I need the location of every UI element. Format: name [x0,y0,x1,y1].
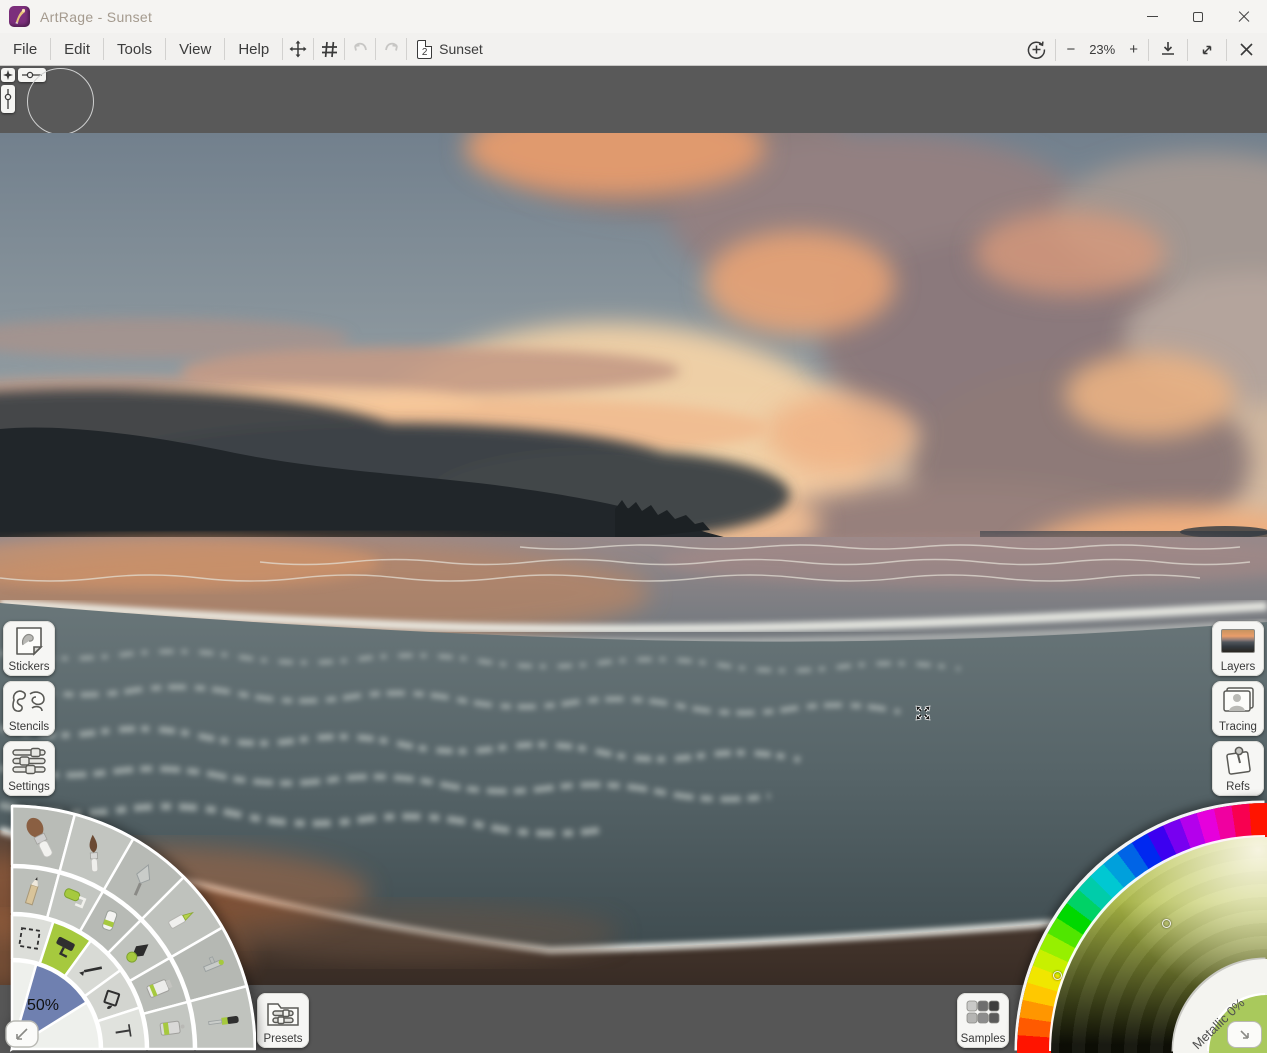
color-indicator[interactable] [1162,919,1171,928]
menu-bar: File Edit Tools View Help [0,33,1267,66]
menu-view[interactable]: View [166,33,224,66]
separator [1055,39,1056,61]
separator [1148,39,1149,61]
layers-button[interactable]: Layers [1212,621,1264,676]
maximize-icon [1193,12,1203,22]
redo-icon [382,41,401,57]
pan-tool-button[interactable] [283,33,313,66]
samples-label: Samples [961,1033,1006,1046]
collapse-color-picker-button[interactable] [1227,1021,1262,1048]
rotate-reset-icon [1026,39,1047,60]
refs-label: Refs [1226,781,1250,794]
close-icon [1238,11,1250,23]
close-canvas-button[interactable] [1231,33,1261,66]
document-name: Sunset [439,41,483,57]
menu-help[interactable]: Help [225,33,282,66]
collapse-arrow-se-icon [1238,1028,1252,1042]
export-button[interactable] [1153,33,1183,66]
pan-cursor-icon [913,703,933,723]
dock-star-icon [3,70,13,80]
fullscreen-button[interactable] [1192,33,1222,66]
artrage-logo-icon [9,6,30,27]
pressure-slider-pod-button[interactable] [1,85,15,113]
presets-icon [257,993,309,1033]
undo-icon [351,41,370,57]
minimize-icon [1147,16,1158,17]
close-canvas-icon [1239,42,1254,57]
tool-size-value[interactable]: 50% [27,997,59,1015]
hue-indicator[interactable] [1053,971,1062,980]
vertical-slider-icon [4,88,12,110]
tool-picker-wheel[interactable]: T 50% [0,787,256,1053]
document-tab[interactable]: 2 Sunset [407,33,493,66]
menu-file[interactable]: File [0,33,50,66]
download-icon [1160,41,1176,58]
maximize-button[interactable] [1175,0,1221,33]
zoom-out-button[interactable]: − [1060,41,1081,58]
stencils-label: Stencils [9,721,49,734]
tracing-button[interactable]: Tracing [1212,681,1264,736]
stickers-label: Stickers [9,661,50,674]
separator [1187,39,1188,61]
tool-settings-strip [0,66,1267,133]
zoom-in-button[interactable]: + [1123,41,1144,58]
document-page-icon: 2 [417,40,432,59]
brush-size-preview[interactable] [27,68,94,133]
menu-tools[interactable]: Tools [104,33,165,66]
redo-button[interactable] [376,33,406,66]
presets-button[interactable]: Presets [257,993,309,1048]
separator [1226,39,1227,61]
color-picker: Metallic 0% [1017,803,1267,1053]
refs-button[interactable]: Refs [1212,741,1264,796]
close-button[interactable] [1221,0,1267,33]
canvas-rotate-reset-button[interactable] [1021,33,1051,66]
grid-toggle-button[interactable] [314,33,344,66]
collapse-tool-wheel-button[interactable] [6,1021,38,1047]
refs-icon [1212,741,1264,781]
undo-button[interactable] [345,33,375,66]
document-page-number: 2 [422,47,428,58]
samples-icon [957,993,1009,1033]
stencils-icon [3,681,55,721]
layers-label: Layers [1221,661,1256,674]
expand-icon [1199,42,1215,58]
settings-icon [3,741,55,781]
layers-icon [1212,621,1264,661]
zoom-level[interactable]: 23% [1085,42,1119,57]
tracing-icon [1212,681,1264,721]
grid-icon [321,41,338,58]
menu-edit[interactable]: Edit [51,33,103,66]
window-title: ArtRage - Sunset [40,9,152,25]
stickers-icon [3,621,55,661]
tracing-label: Tracing [1219,721,1257,734]
stencils-button[interactable]: Stencils [3,681,55,736]
presets-label: Presets [264,1033,303,1046]
artrage-window: ArtRage - Sunset File Edit Tools View He… [0,0,1267,1053]
pan-tool-icon [289,40,307,58]
samples-button[interactable]: Samples [957,993,1009,1048]
title-bar: ArtRage - Sunset [0,0,1267,33]
minimize-button[interactable] [1129,0,1175,33]
dock-star-pod-button[interactable] [1,68,15,82]
stickers-button[interactable]: Stickers [3,621,55,676]
